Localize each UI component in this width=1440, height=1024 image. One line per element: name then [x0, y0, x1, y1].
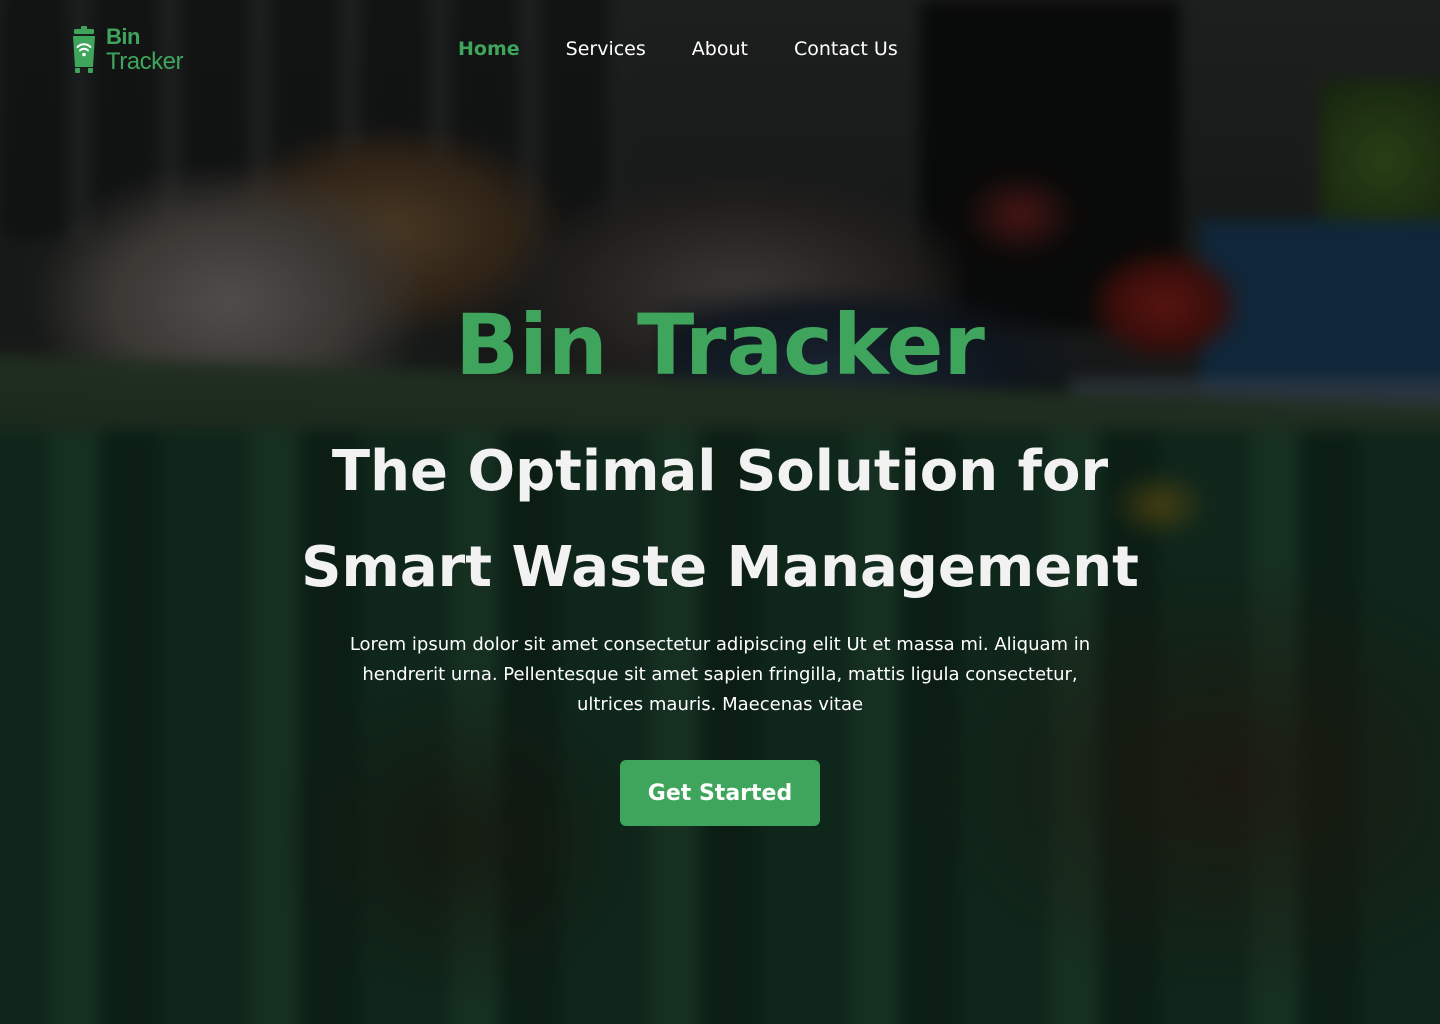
nav-link-home[interactable]: Home: [458, 36, 520, 62]
get-started-button[interactable]: Get Started: [620, 760, 820, 826]
trash-bin-wifi-icon: [73, 26, 95, 73]
hero-title: Bin Tracker: [455, 296, 985, 394]
hero-subtitle-line2: Smart Waste Management: [301, 535, 1139, 600]
hero-subtitle-line1: The Optimal Solution for: [331, 439, 1109, 504]
nav-link-services[interactable]: Services: [566, 36, 646, 62]
hero-description: Lorem ipsum dolor sit amet consectetur a…: [349, 634, 1091, 715]
navbar: Bin Tracker Home Services About Contact …: [0, 0, 1440, 100]
brand-logo[interactable]: Bin Tracker: [70, 24, 183, 76]
nav-link-about[interactable]: About: [692, 36, 748, 62]
brand-name-line1: Bin: [106, 24, 140, 49]
hero-section: Bin Tracker Home Services About Contact …: [0, 0, 1440, 1024]
nav-link-contact-us[interactable]: Contact Us: [794, 36, 898, 62]
hero-content: Bin Tracker The Optimal Solution for Sma…: [0, 290, 1440, 826]
main-menu: Home Services About Contact Us: [458, 36, 898, 62]
brand-name-line2: Tracker: [106, 48, 183, 75]
hero-subtitle: The Optimal Solution for Smart Waste Man…: [220, 424, 1220, 616]
